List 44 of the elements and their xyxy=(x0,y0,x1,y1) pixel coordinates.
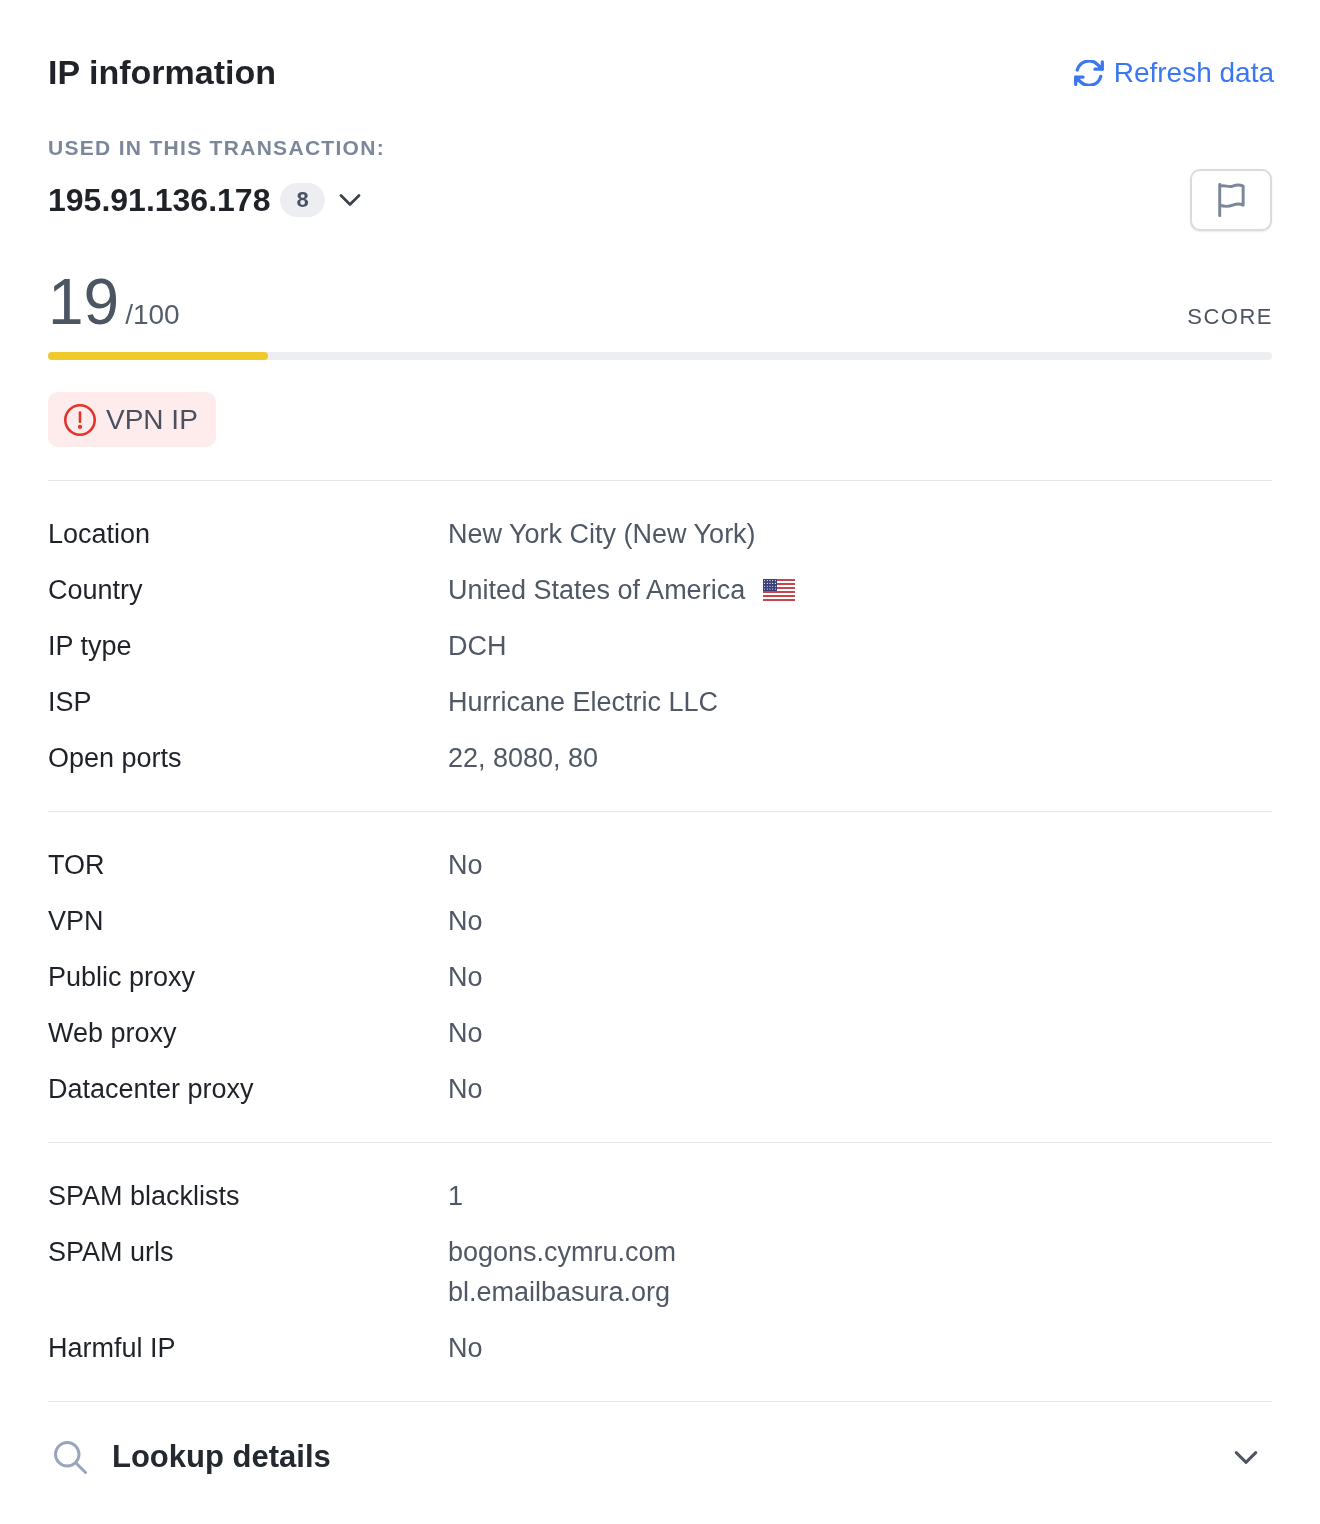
field-value: No xyxy=(448,849,483,882)
country-flag-icon xyxy=(763,579,796,601)
chevron-down-icon[interactable] xyxy=(338,194,361,206)
refresh-button[interactable]: Refresh data xyxy=(1073,55,1274,90)
field-value: 1 xyxy=(448,1180,464,1213)
field-label: SPAM urls xyxy=(48,1236,174,1269)
score-max: /100 xyxy=(125,298,180,332)
alert-icon xyxy=(64,403,96,436)
field-value: No xyxy=(448,1332,483,1365)
field-label: Harmful IP xyxy=(48,1332,176,1365)
panel-title: IP information xyxy=(48,52,276,93)
field-value: 22, 8080, 80 xyxy=(448,742,599,775)
tag-label: VPN IP xyxy=(106,402,198,437)
field-value: No xyxy=(448,1017,483,1050)
search-icon xyxy=(54,1440,87,1474)
lookup-details-toggle[interactable]: Lookup details xyxy=(48,1401,1272,1506)
field-label: Location xyxy=(48,518,151,551)
field-label: VPN xyxy=(48,905,104,938)
field-value: No xyxy=(448,905,483,938)
score-label: SCORE xyxy=(1187,303,1273,331)
score-value: 19 xyxy=(48,270,120,334)
field-label: TOR xyxy=(48,849,105,882)
field-label: Web proxy xyxy=(48,1017,177,1050)
field-value: bl.emailbasura.org xyxy=(448,1276,671,1309)
ip-address: 195.91.136.178 xyxy=(48,181,271,219)
field-value: bogons.cymru.com xyxy=(448,1236,677,1269)
field-value: United States of America xyxy=(448,574,746,607)
field-label: SPAM blacklists xyxy=(48,1180,240,1213)
field-label: Country xyxy=(48,574,143,607)
flag-icon xyxy=(1217,183,1245,217)
field-value: New York City (New York) xyxy=(448,518,756,551)
field-label: Datacenter proxy xyxy=(48,1073,254,1106)
field-value: No xyxy=(448,1073,483,1106)
field-value: Hurricane Electric LLC xyxy=(448,686,719,719)
field-value: DCH xyxy=(448,630,507,663)
field-label: ISP xyxy=(48,686,92,719)
field-value: No xyxy=(448,961,483,994)
field-label: Open ports xyxy=(48,742,182,775)
field-label: IP type xyxy=(48,630,132,663)
section-caption: USED IN THIS TRANSACTION: xyxy=(48,135,385,161)
refresh-icon xyxy=(1073,59,1104,86)
field-label: Public proxy xyxy=(48,961,196,994)
flag-button[interactable] xyxy=(1190,169,1272,231)
count-badge: 8 xyxy=(280,183,325,217)
